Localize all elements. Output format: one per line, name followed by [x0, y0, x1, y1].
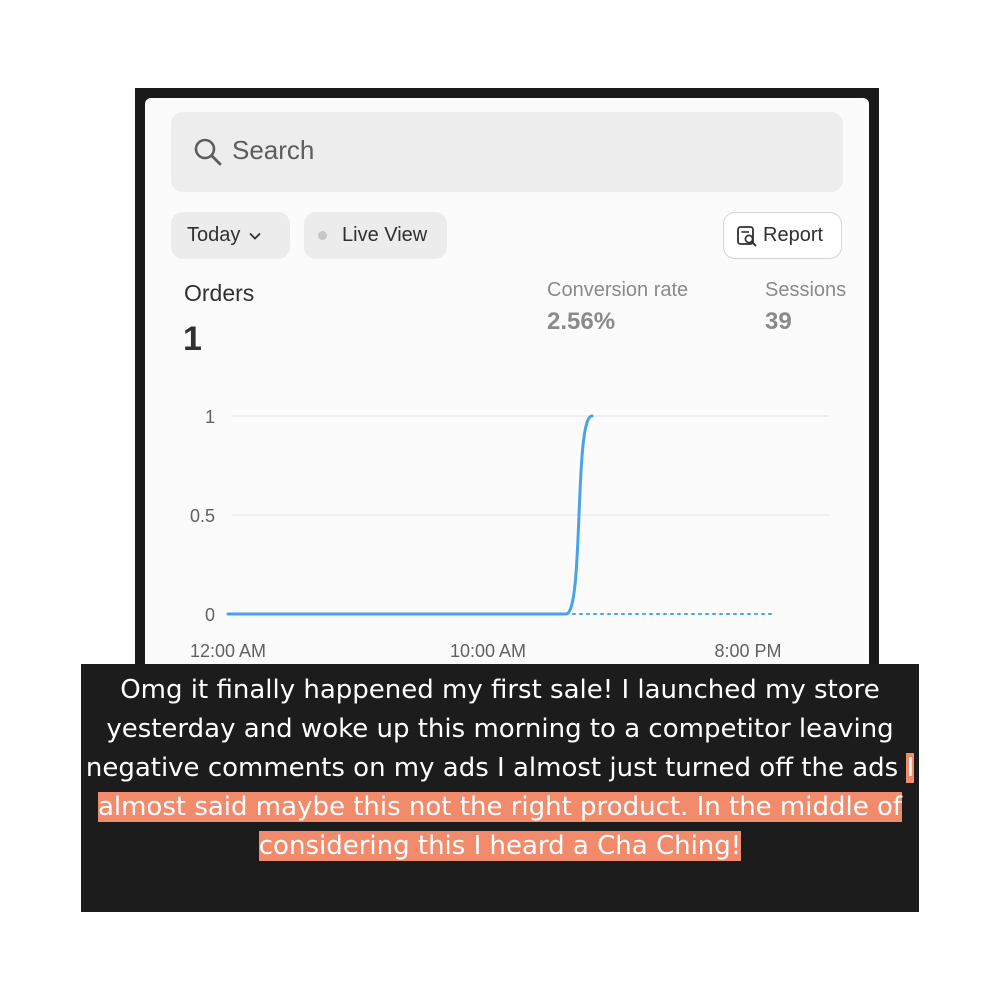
y-tick-label: 0.5: [190, 506, 215, 526]
orders-chart: 0 0.5 1 12:00 AM 10:00 AM 8:00 PM: [190, 407, 829, 661]
caption-box: Omg it finally happened my first sale! I…: [81, 664, 919, 912]
x-tick-label: 12:00 AM: [190, 641, 266, 661]
y-tick-label: 0: [205, 605, 215, 625]
x-tick-label: 8:00 PM: [714, 641, 781, 661]
x-tick-label: 10:00 AM: [450, 641, 526, 661]
y-tick-label: 1: [205, 407, 215, 427]
analytics-screen: Search Today Live View Report Orders 1 C…: [145, 98, 869, 688]
caption-text: Omg it finally happened my first sale! I…: [85, 675, 899, 783]
